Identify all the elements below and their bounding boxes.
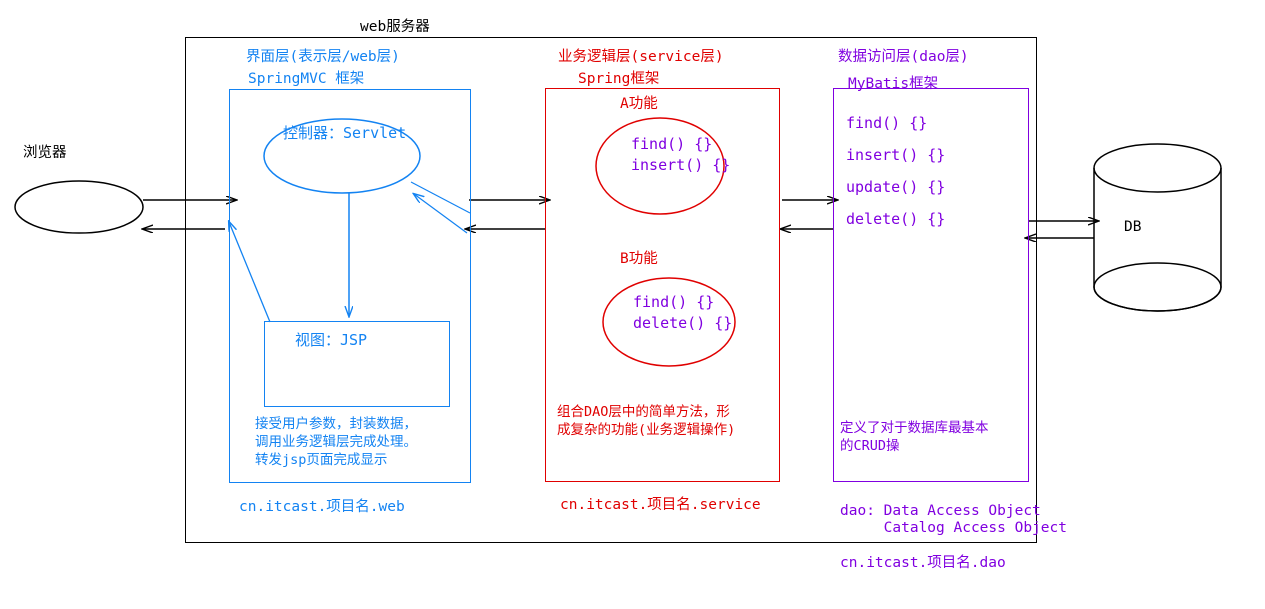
dao-method-2: insert() {} [846, 146, 946, 164]
web-layer-description-line-2: 调用业务逻辑层完成处理。 [255, 434, 417, 450]
dao-layer-description-line-2: 的CRUD操 [840, 438, 900, 454]
service-group-a-method-1: find() {} [631, 135, 713, 153]
diagram-title: web服务器 [360, 19, 430, 35]
service-group-b-method-1: find() {} [633, 293, 715, 311]
service-layer-description-line-2: 成复杂的功能(业务逻辑操作) [557, 422, 736, 438]
dao-method-4: delete() {} [846, 210, 946, 228]
architecture-diagram: web服务器 浏览器 DB 界面层(表示层/web层) SpringMVC 框架… [0, 0, 1265, 609]
service-layer-description-line-1: 组合DAO层中的简单方法，形 [557, 404, 730, 420]
service-layer-heading: 业务逻辑层(service层) [558, 49, 724, 65]
db-label: DB [1124, 219, 1142, 235]
browser-label: 浏览器 [23, 145, 67, 161]
dao-layer-package: cn.itcast.项目名.dao [840, 555, 1006, 571]
dao-method-1: find() {} [846, 114, 928, 132]
database-cylinder [1093, 143, 1222, 312]
service-group-a-method-2: insert() {} [631, 156, 731, 174]
service-group-b-method-2: delete() {} [633, 314, 733, 332]
service-layer-framework: Spring框架 [578, 71, 660, 87]
dao-acronym-line-2: Catalog Access Object [840, 520, 1067, 536]
dao-layer-description-line-1: 定义了对于数据库最基本 [840, 420, 989, 436]
dao-method-3: update() {} [846, 178, 946, 196]
web-layer-description-line-1: 接受用户参数，封装数据， [255, 416, 417, 432]
service-layer-package: cn.itcast.项目名.service [560, 497, 761, 513]
dao-layer-heading: 数据访问层(dao层) [838, 49, 969, 65]
service-group-a-title: A功能 [620, 96, 658, 112]
service-group-b-title: B功能 [620, 251, 658, 267]
browser-ellipse [14, 180, 144, 234]
controller-label: 控制器：Servlet [283, 124, 407, 142]
web-layer-package: cn.itcast.项目名.web [239, 499, 405, 515]
web-layer-description-line-3: 转发jsp页面完成显示 [255, 452, 388, 468]
web-layer-framework: SpringMVC 框架 [248, 71, 365, 87]
dao-layer-framework: MyBatis框架 [848, 76, 939, 92]
web-layer-heading: 界面层(表示层/web层) [246, 49, 400, 65]
view-label: 视图：JSP [295, 331, 368, 349]
